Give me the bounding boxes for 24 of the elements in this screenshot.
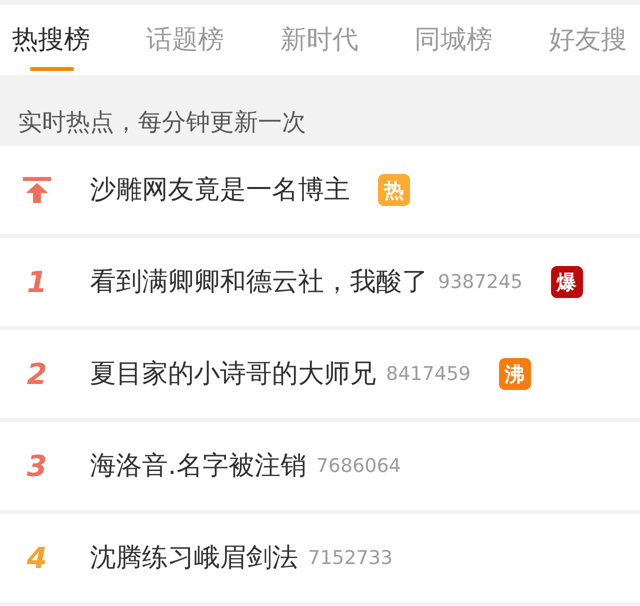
trending-row[interactable]: 2 夏目家的小诗哥的大师兄 8417459 沸 bbox=[0, 330, 640, 418]
hot-badge: 爆 bbox=[550, 266, 583, 298]
notice-text: 实时热点，每分钟更新一次 bbox=[18, 107, 306, 137]
search-count: 7152733 bbox=[308, 546, 393, 570]
topic-title: 海洛音.名字被注销 bbox=[90, 450, 306, 482]
rank-number: 4 bbox=[26, 544, 48, 572]
search-count: 8417459 bbox=[386, 362, 471, 386]
trending-row[interactable]: 3 海洛音.名字被注销 7686064 bbox=[0, 422, 640, 510]
topic-title: 看到满卿卿和德云社，我酸了 bbox=[90, 266, 428, 298]
rank-number: 1 bbox=[26, 268, 48, 296]
rank-number: 2 bbox=[26, 360, 48, 388]
topic-title: 沈腾练习峨眉剑法 bbox=[90, 542, 298, 574]
trending-row[interactable]: 1 看到满卿卿和德云社，我酸了 9387245 爆 bbox=[0, 238, 640, 326]
hot-badge: 沸 bbox=[498, 358, 531, 390]
topic-title: 夏目家的小诗哥的大师兄 bbox=[90, 358, 376, 390]
rank-number: 3 bbox=[26, 452, 48, 480]
search-count: 9387245 bbox=[438, 270, 523, 294]
active-tab-indicator bbox=[30, 67, 74, 71]
search-count: 7686064 bbox=[316, 454, 401, 478]
tab[interactable]: 热搜榜 bbox=[12, 25, 92, 55]
trending-row[interactable]: 沙雕网友竟是一名博主 热 bbox=[0, 146, 640, 234]
hot-badge: 热 bbox=[378, 174, 410, 206]
trending-row[interactable]: 4 沈腾练习峨眉剑法 7152733 bbox=[0, 514, 640, 602]
topic-title: 沙雕网友竟是一名博主 bbox=[90, 174, 350, 206]
